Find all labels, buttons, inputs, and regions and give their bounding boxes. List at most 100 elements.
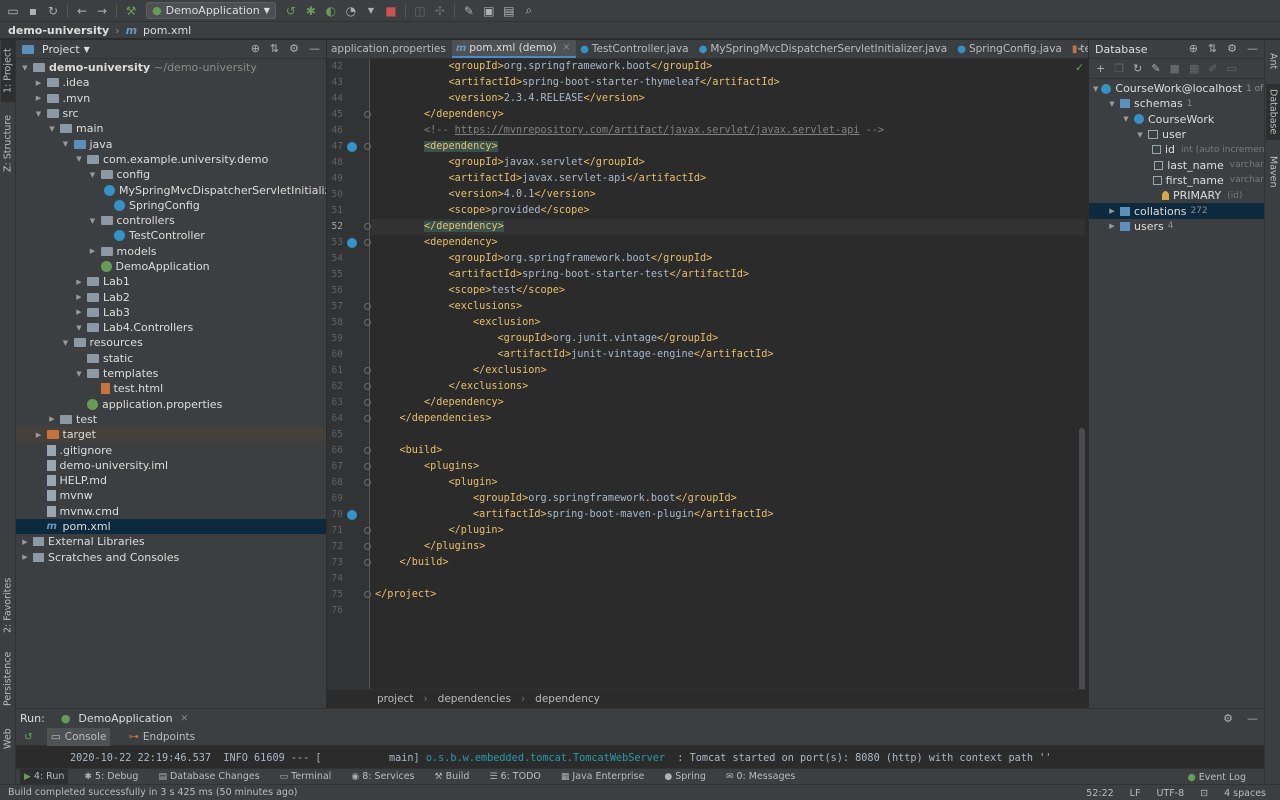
- bottom-tab[interactable]: ▤ Database Changes: [154, 769, 263, 785]
- copy-icon[interactable]: ❐: [1114, 62, 1124, 75]
- code-line[interactable]: [371, 427, 1085, 443]
- tree-item[interactable]: MySpringMvcDispatcherServletInitializer: [16, 182, 326, 197]
- maven-dependency-gutter-icon[interactable]: [347, 238, 357, 248]
- wrench-icon[interactable]: ✎: [460, 2, 478, 20]
- editor-tab[interactable]: ● SpringConfig.java: [953, 40, 1068, 58]
- collapse-all-icon[interactable]: ⇅: [270, 42, 279, 55]
- tree-item[interactable]: ▶ target: [16, 427, 326, 443]
- fold-marker-icon[interactable]: [364, 479, 371, 486]
- tree-item[interactable]: ▶ test: [16, 412, 326, 427]
- tree-item[interactable]: mvnw: [16, 488, 326, 503]
- tree-item[interactable]: ▼ demo-university ~/demo-university: [16, 60, 326, 75]
- breadcrumb-project[interactable]: demo-university: [8, 24, 109, 37]
- bottom-tab[interactable]: ▭ Terminal: [276, 769, 336, 785]
- tree-item[interactable]: ▼ resources: [16, 335, 326, 350]
- chevron-down-icon[interactable]: ▼: [34, 110, 44, 118]
- code-line[interactable]: </project>: [371, 587, 1085, 603]
- code-line[interactable]: </dependency>: [371, 219, 1085, 235]
- back-icon[interactable]: ←: [73, 2, 91, 20]
- chevron-down-icon[interactable]: ▼: [1107, 100, 1117, 108]
- hide-panel-icon[interactable]: —: [1247, 712, 1258, 725]
- code-line[interactable]: </plugin>: [371, 523, 1085, 539]
- code-line[interactable]: <plugins>: [371, 459, 1085, 475]
- chevron-right-icon[interactable]: ▶: [88, 247, 98, 255]
- tree-item[interactable]: ▼ src: [16, 106, 326, 121]
- tree-item[interactable]: ▼ templates: [16, 366, 326, 381]
- console-icon[interactable]: ▭: [1227, 62, 1237, 75]
- properties-icon[interactable]: ✎: [1151, 62, 1160, 75]
- tree-item[interactable]: ▶ Lab1: [16, 274, 326, 289]
- coverage-icon[interactable]: ◐: [322, 2, 340, 20]
- run-configuration-select[interactable]: ● DemoApplication ▼: [146, 2, 276, 19]
- tab-project[interactable]: 1: Project: [1, 40, 15, 102]
- console-output-line[interactable]: 2020-10-22 22:19:46.537 INFO 61609 --- […: [70, 751, 1051, 767]
- tree-item[interactable]: m pom.xml: [16, 518, 326, 535]
- code-line[interactable]: </exclusions>: [371, 379, 1085, 395]
- rerun-icon[interactable]: ↺: [282, 2, 300, 20]
- code-line[interactable]: <!-- https://mvnrepository.com/artifact/…: [371, 123, 1085, 139]
- database-tree-item[interactable]: id int (auto incremen: [1089, 142, 1264, 157]
- bottom-tab[interactable]: ◉ 8: Services: [347, 769, 418, 785]
- tree-item[interactable]: ▼ config: [16, 167, 326, 182]
- breadcrumb-file[interactable]: pom.xml: [143, 24, 191, 37]
- chevron-down-icon[interactable]: ▼: [61, 140, 71, 148]
- database-tree-item[interactable]: first_name varchar: [1089, 173, 1264, 188]
- database-tree-item[interactable]: ▶ users 4: [1089, 219, 1264, 234]
- tree-item[interactable]: ▼ controllers: [16, 213, 326, 228]
- fold-marker-icon[interactable]: [364, 367, 371, 374]
- editor-tab[interactable]: ● TestController.java: [576, 40, 694, 58]
- sync-icon[interactable]: ↻: [44, 2, 62, 20]
- tree-item[interactable]: ▶ .idea: [16, 75, 326, 90]
- search-icon[interactable]: ⌕: [520, 2, 538, 20]
- tree-item[interactable]: test.html: [16, 381, 326, 396]
- code-line[interactable]: </dependency>: [371, 107, 1085, 123]
- tree-item[interactable]: ▶ Lab2: [16, 289, 326, 304]
- editor-gutter[interactable]: 42 43 44 45 46 47 48 49 50 51 52 53 54 55 56 57 58 59 60 61…: [327, 59, 371, 689]
- chevron-right-icon[interactable]: ▶: [34, 431, 44, 439]
- chevron-right-icon[interactable]: ▶: [34, 94, 44, 102]
- chevron-down-icon[interactable]: ⌄: [1076, 42, 1084, 53]
- chevron-down-icon[interactable]: ▼: [88, 217, 98, 225]
- bottom-tab[interactable]: ✉ 0: Messages: [722, 769, 799, 785]
- event-log-button[interactable]: ● Event Log: [1188, 769, 1247, 785]
- tab-persistence[interactable]: Persistence: [1, 648, 15, 710]
- edit-icon[interactable]: ✐: [1208, 62, 1217, 75]
- debug-icon[interactable]: ✱: [302, 2, 320, 20]
- tree-item[interactable]: SpringConfig: [16, 198, 326, 213]
- chevron-right-icon[interactable]: ▶: [34, 79, 44, 87]
- save-icon[interactable]: ▪: [24, 2, 42, 20]
- fold-marker-icon[interactable]: [364, 399, 371, 406]
- inspection-ok-icon[interactable]: ✓: [1075, 61, 1084, 74]
- indent-setting[interactable]: 4 spaces: [1224, 788, 1266, 799]
- fold-marker-icon[interactable]: [364, 463, 371, 470]
- database-tree-item[interactable]: PRIMARY (id): [1089, 188, 1264, 203]
- code-line[interactable]: <artifactId>javax.servlet-api</artifactI…: [371, 171, 1085, 187]
- fold-marker-icon[interactable]: [364, 543, 371, 550]
- chevron-right-icon[interactable]: ▶: [1107, 222, 1117, 230]
- code-line[interactable]: [371, 603, 1085, 619]
- tab-maven[interactable]: Maven: [1266, 148, 1280, 196]
- fold-marker-icon[interactable]: [364, 223, 371, 230]
- code-area[interactable]: <groupId>org.springframework.boot</group…: [371, 59, 1085, 689]
- status-message[interactable]: Build completed successfully in 3 s 425 …: [8, 787, 298, 798]
- bottom-tab[interactable]: ☰ 6: TODO: [485, 769, 544, 785]
- tree-item[interactable]: ▶ Scratches and Consoles: [16, 550, 326, 565]
- stop-icon[interactable]: ■: [382, 2, 400, 20]
- fold-marker-icon[interactable]: [364, 143, 371, 150]
- chevron-right-icon[interactable]: ▶: [20, 538, 30, 546]
- attach-debugger-icon[interactable]: ◫: [411, 2, 429, 20]
- tab-endpoints[interactable]: ⊶ Endpoints: [124, 728, 199, 746]
- code-line[interactable]: <groupId>javax.servlet</groupId>: [371, 155, 1085, 171]
- tree-item[interactable]: ▶ Lab3: [16, 305, 326, 320]
- tab-structure[interactable]: Z: Structure: [1, 108, 15, 180]
- xml-breadcrumb-item[interactable]: project: [377, 693, 413, 705]
- tree-item[interactable]: ▶ models: [16, 244, 326, 259]
- code-line[interactable]: </build>: [371, 555, 1085, 571]
- disabled-action-icon[interactable]: ✣: [431, 2, 449, 20]
- xml-breadcrumb-item[interactable]: dependencies: [438, 693, 511, 705]
- chevron-down-icon[interactable]: ▼: [74, 155, 84, 163]
- project-structure-icon[interactable]: ▣: [480, 2, 498, 20]
- code-line[interactable]: [371, 571, 1085, 587]
- chevron-down-icon[interactable]: ▼: [47, 125, 57, 133]
- chevron-down-icon[interactable]: ▼: [84, 45, 90, 54]
